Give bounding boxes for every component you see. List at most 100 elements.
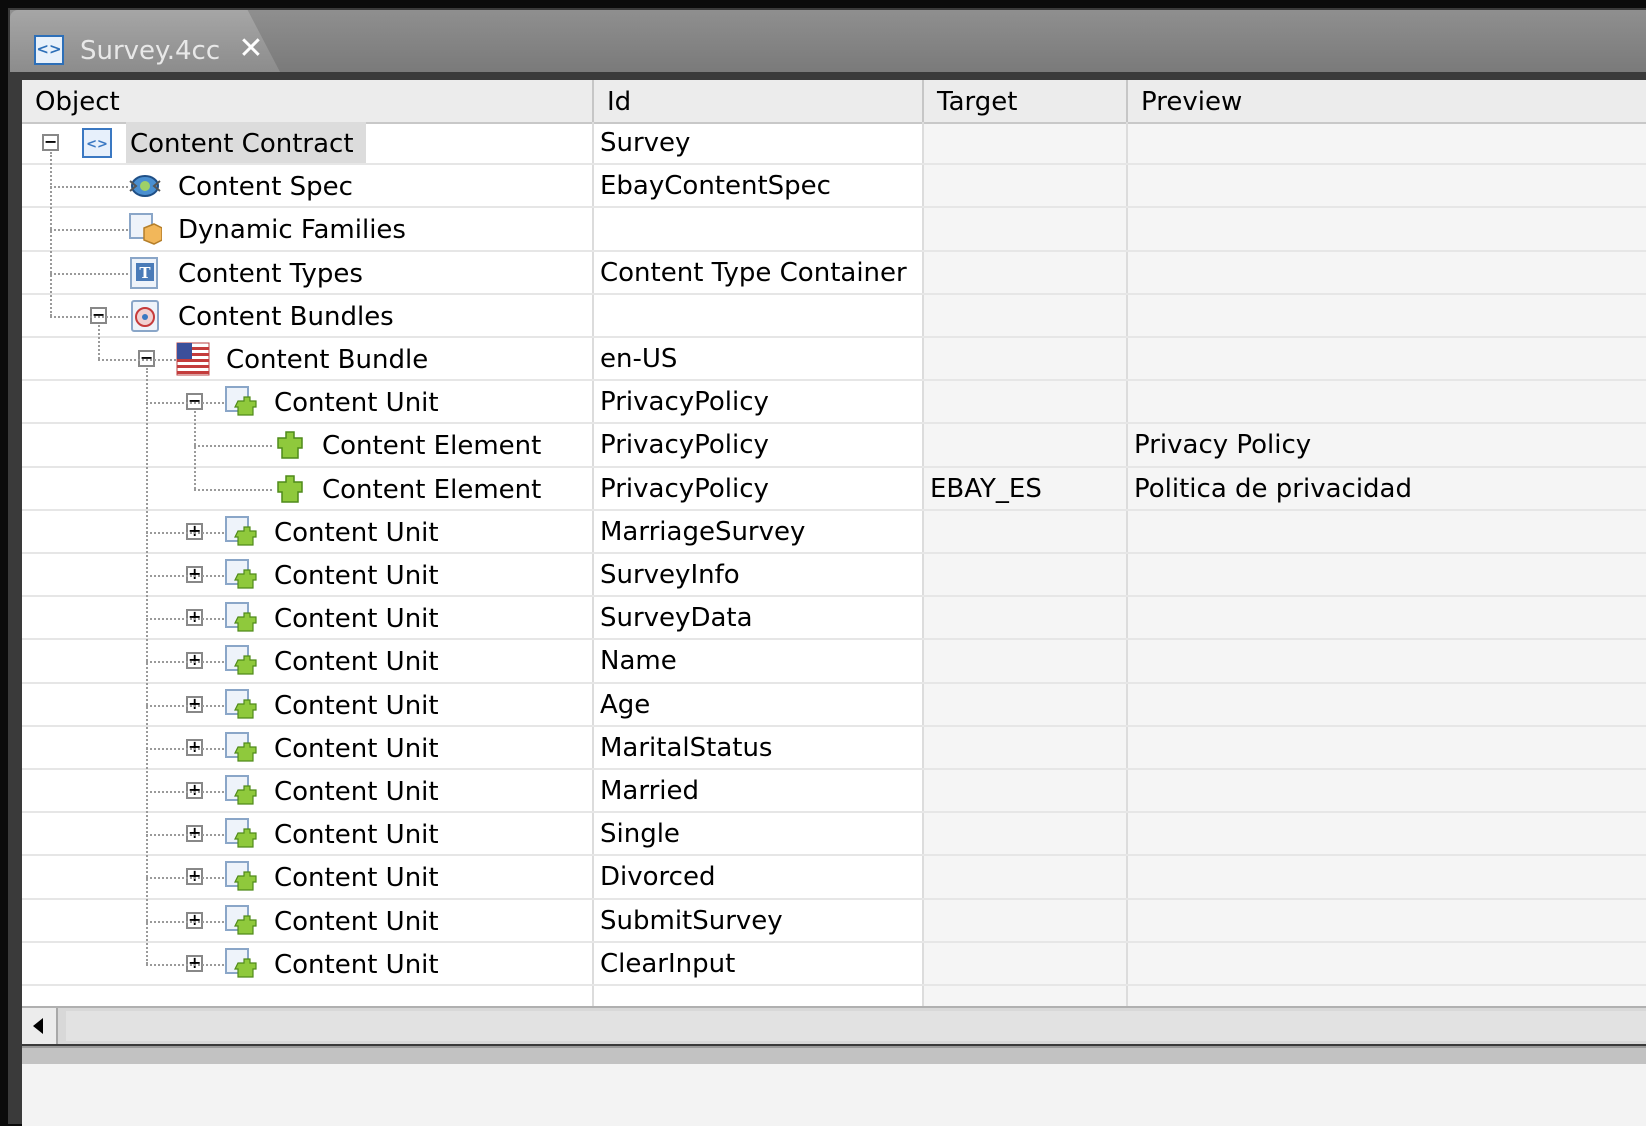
tree-branch-line xyxy=(146,791,224,793)
id-cell[interactable]: ClearInput xyxy=(600,943,735,984)
object-label[interactable]: Content Unit xyxy=(274,943,439,984)
tree-branch-line xyxy=(146,661,224,664)
object-label[interactable]: Content Unit xyxy=(274,856,439,897)
table-row[interactable]: Dynamic Families xyxy=(22,208,1646,252)
table-row[interactable]: + Content Unit Single xyxy=(22,813,1646,857)
object-label[interactable]: Dynamic Families xyxy=(178,208,406,249)
object-label[interactable]: Content Unit xyxy=(274,554,439,595)
tree-branch-line xyxy=(146,920,224,923)
tree-branch-line xyxy=(146,531,224,534)
id-cell[interactable]: Divorced xyxy=(600,856,715,897)
families-icon xyxy=(128,212,163,246)
id-cell[interactable]: MaritalStatus xyxy=(600,727,772,768)
table-row[interactable]: + Content Unit Name xyxy=(22,640,1646,684)
table-row[interactable]: + Content Unit SurveyInfo xyxy=(22,554,1646,598)
table-header: Object Id Target Preview xyxy=(22,80,1646,124)
id-cell[interactable]: PrivacyPolicy xyxy=(600,381,769,422)
object-label[interactable]: Content Unit xyxy=(274,900,439,941)
unit-icon xyxy=(224,817,258,851)
unit-icon xyxy=(224,731,258,765)
table-row[interactable]: − Content Unit PrivacyPolicy xyxy=(22,381,1646,425)
object-label[interactable]: Content Spec xyxy=(178,165,353,206)
contract-icon: <> xyxy=(34,35,64,65)
unit-icon xyxy=(224,558,258,592)
object-label[interactable]: Content Unit xyxy=(274,684,439,725)
unit-icon xyxy=(224,644,258,678)
unit-icon xyxy=(224,688,258,722)
tree-branch-line xyxy=(50,272,128,275)
id-cell[interactable]: Age xyxy=(600,684,650,725)
tree-branch-line xyxy=(50,229,128,232)
table-row[interactable]: T Content Types Content Type Container xyxy=(22,252,1646,295)
collapse-toggle-icon[interactable]: − xyxy=(42,134,59,151)
table-row[interactable]: Content Spec EbayContentSpec xyxy=(22,165,1646,209)
unit-icon xyxy=(224,860,258,894)
id-cell[interactable]: SurveyData xyxy=(600,597,753,638)
preview-cell[interactable]: Politica de privacidad xyxy=(1134,468,1412,509)
column-header-id[interactable]: Id xyxy=(594,80,924,122)
object-label[interactable]: Content Element xyxy=(322,468,541,509)
bottom-panel-content xyxy=(22,1064,1646,1126)
table-row[interactable]: + Content Unit MaritalStatus xyxy=(22,727,1646,770)
unit-icon xyxy=(224,774,258,808)
id-cell[interactable]: EbayContentSpec xyxy=(600,165,831,206)
tree-branch-line xyxy=(146,402,224,405)
id-cell[interactable]: PrivacyPolicy xyxy=(600,468,769,509)
id-cell[interactable]: Survey xyxy=(600,122,690,163)
id-cell[interactable]: en-US xyxy=(600,338,677,379)
table-row[interactable]: + Content Unit Married xyxy=(22,770,1646,814)
table-row[interactable]: + Content Unit SurveyData xyxy=(22,597,1646,641)
preview-cell[interactable]: Privacy Policy xyxy=(1134,424,1311,465)
object-label[interactable]: Content Unit xyxy=(274,770,439,811)
unit-icon xyxy=(224,515,258,549)
id-cell[interactable]: Name xyxy=(600,640,677,681)
id-cell[interactable]: MarriageSurvey xyxy=(600,511,805,552)
object-label[interactable]: Content Unit xyxy=(274,381,439,422)
horizontal-scrollbar[interactable] xyxy=(22,1006,1646,1044)
table-row[interactable]: + Content Unit SubmitSurvey xyxy=(22,900,1646,943)
tree-branch-line xyxy=(194,488,272,491)
tree-branch-line xyxy=(50,152,52,316)
id-cell[interactable]: SubmitSurvey xyxy=(600,900,783,941)
tree-branch-line xyxy=(194,445,272,448)
object-label[interactable]: Content Bundle xyxy=(226,338,428,379)
object-label[interactable]: Content Element xyxy=(322,424,541,465)
table-row[interactable]: + Content Unit ClearInput xyxy=(22,943,1646,986)
element-icon xyxy=(272,428,306,462)
object-label[interactable]: Content Bundles xyxy=(178,295,394,336)
id-cell[interactable]: PrivacyPolicy xyxy=(600,424,769,465)
table-row[interactable]: − Content Bundle en-US xyxy=(22,338,1646,382)
tree-branch-line xyxy=(98,324,100,359)
object-label[interactable]: Content Unit xyxy=(274,511,439,552)
object-label[interactable]: Content Unit xyxy=(274,640,439,681)
target-cell[interactable]: EBAY_ES xyxy=(930,468,1042,509)
object-label[interactable]: Content Unit xyxy=(274,813,439,854)
close-icon[interactable]: ✕ xyxy=(236,32,266,66)
object-label[interactable]: Content Contract xyxy=(126,122,366,163)
table-row[interactable]: − <> Content Contract Survey xyxy=(22,122,1646,166)
id-cell[interactable]: SurveyInfo xyxy=(600,554,740,595)
unit-icon xyxy=(224,904,258,938)
table-row[interactable]: − Content Bundles xyxy=(22,295,1646,338)
object-label[interactable]: Content Unit xyxy=(274,727,439,768)
column-header-object[interactable]: Object xyxy=(22,80,594,122)
id-cell[interactable]: Content Type Container xyxy=(600,252,907,293)
table-row[interactable]: + Content Unit Age xyxy=(22,684,1646,727)
table-row[interactable]: + Content Unit MarriageSurvey xyxy=(22,511,1646,554)
column-header-target[interactable]: Target xyxy=(924,80,1128,122)
object-label[interactable]: Content Types xyxy=(178,252,363,293)
types-icon: T xyxy=(128,256,162,290)
id-cell[interactable]: Single xyxy=(600,813,680,854)
column-header-preview[interactable]: Preview xyxy=(1128,80,1646,122)
contract-icon: <> xyxy=(80,126,114,160)
editor-tab[interactable]: <> Survey.4cc ✕ xyxy=(10,10,280,72)
scroll-left-icon[interactable] xyxy=(22,1008,58,1044)
unit-icon xyxy=(224,947,258,981)
id-cell[interactable]: Married xyxy=(600,770,699,811)
spec-icon xyxy=(128,169,162,203)
object-label[interactable]: Content Unit xyxy=(274,597,439,638)
unit-icon xyxy=(224,601,258,635)
tree-branch-line xyxy=(194,411,196,489)
scrollbar-track[interactable] xyxy=(66,1011,1646,1041)
table-row[interactable]: + Content Unit Divorced xyxy=(22,856,1646,900)
